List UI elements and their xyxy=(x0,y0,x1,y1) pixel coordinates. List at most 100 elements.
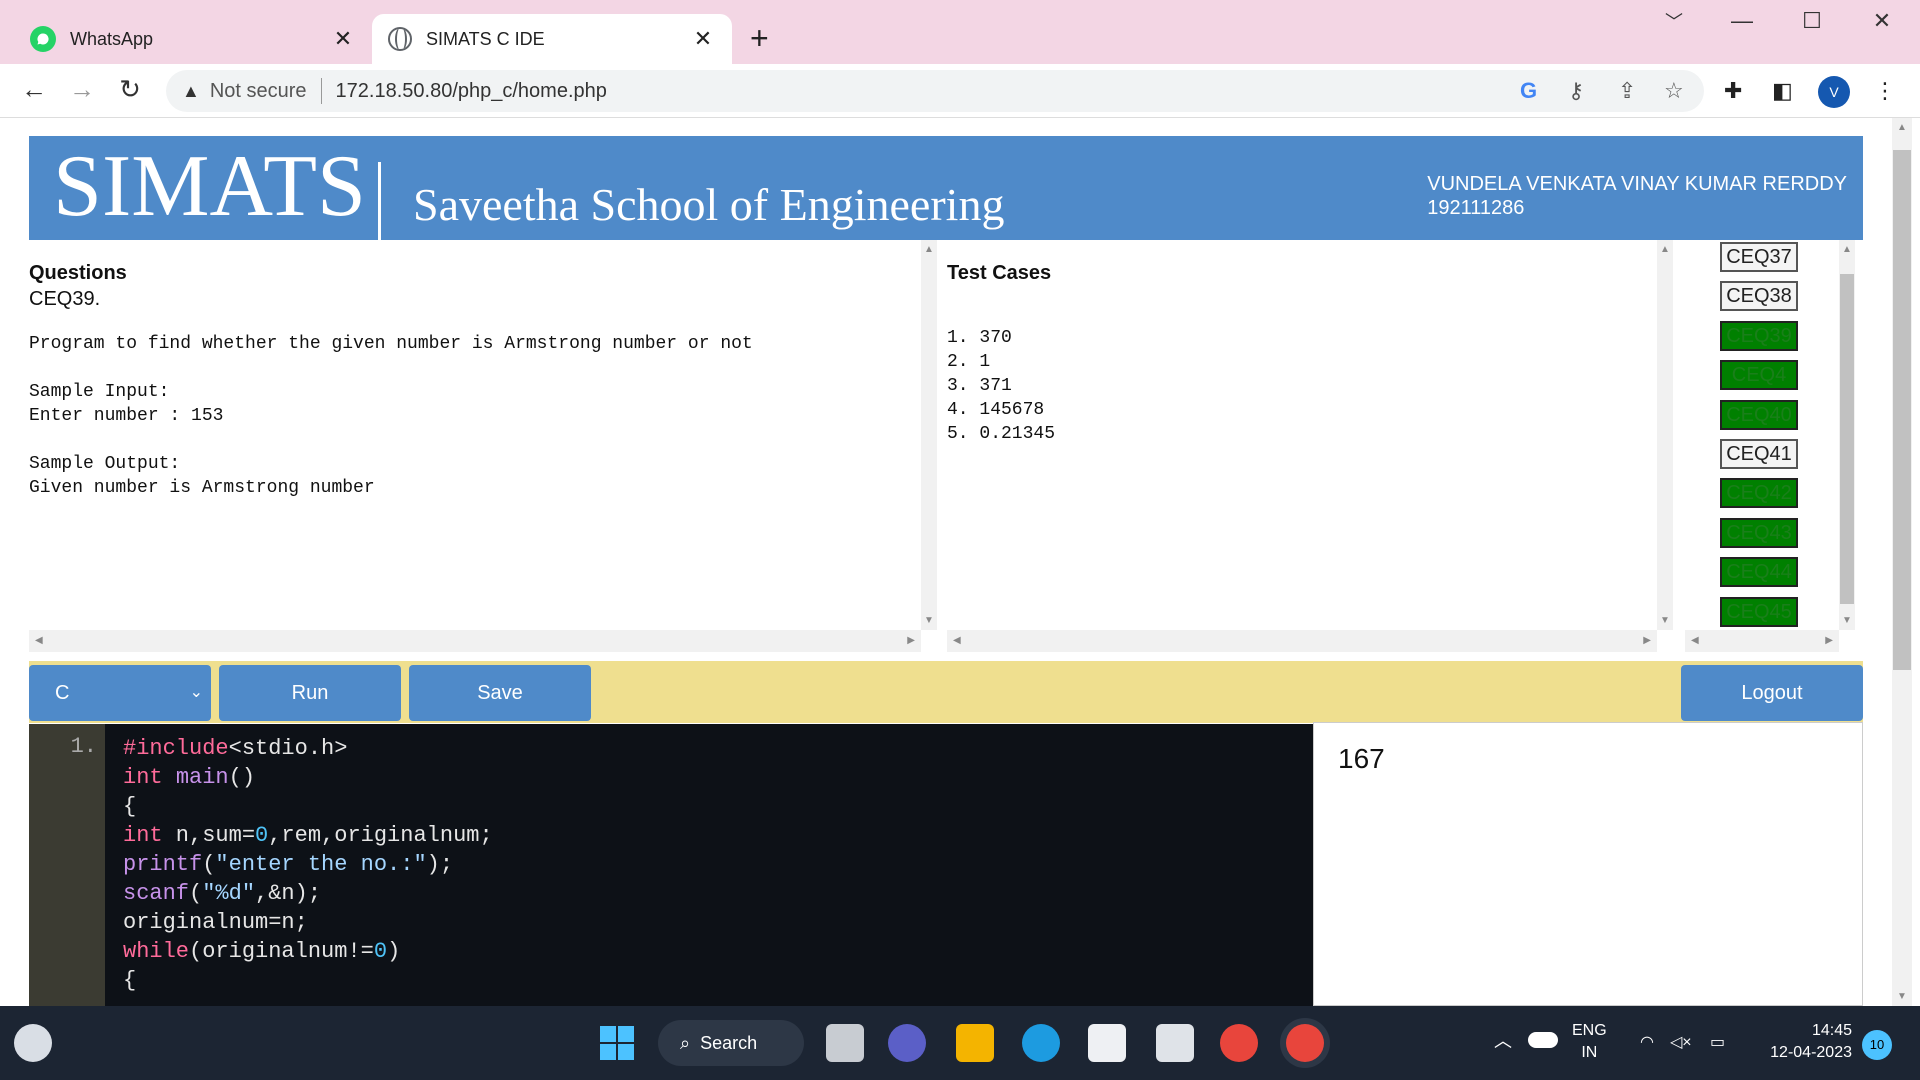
question-button[interactable]: CEQ37 xyxy=(1720,242,1798,272)
language-value: C xyxy=(55,682,70,704)
menu-kebab-icon[interactable]: ⋮ xyxy=(1874,78,1896,104)
logout-button[interactable]: Logout xyxy=(1681,665,1863,721)
question-text: Program to find whether the given number… xyxy=(29,334,753,498)
tab-search-chevron-icon[interactable]: ﹀ xyxy=(1654,8,1694,34)
search-icon: ⌕ xyxy=(680,1032,691,1053)
side-panel-icon[interactable]: ◧ xyxy=(1772,78,1793,104)
onedrive-cloud-icon[interactable] xyxy=(1528,1032,1558,1048)
back-button[interactable]: ← xyxy=(14,74,54,105)
whatsapp-icon xyxy=(30,26,56,52)
code-editor[interactable]: 1. #include<stdio.h> int main(){int n,sum… xyxy=(29,724,1313,1006)
reload-button[interactable]: ↻ xyxy=(110,74,150,105)
question-button[interactable]: CEQ43 xyxy=(1720,517,1798,548)
forward-button[interactable]: → xyxy=(62,74,102,105)
language-select[interactable]: C ⌄ xyxy=(29,665,211,721)
question-button[interactable]: CEQ38 xyxy=(1720,281,1798,312)
user-info: VUNDELA VENKATA VINAY KUMAR RERDDY 19211… xyxy=(1427,172,1847,220)
share-icon[interactable]: ⇪ xyxy=(1618,78,1636,104)
question-list-hscroll[interactable]: ◀ ▶ xyxy=(1685,630,1839,652)
control-bar: C ⌄ Run Save Logout xyxy=(29,661,1863,723)
maximize-button[interactable]: ☐ xyxy=(1792,8,1832,34)
testcases-vscroll[interactable]: ▲ ▼ xyxy=(1657,240,1673,630)
globe-icon xyxy=(388,27,412,51)
minimize-button[interactable]: — xyxy=(1722,8,1762,34)
save-button[interactable]: Save xyxy=(409,665,591,721)
chrome-icon[interactable] xyxy=(1220,1024,1258,1062)
windows-start-icon[interactable] xyxy=(598,1024,636,1062)
weather-icon[interactable] xyxy=(14,1024,52,1062)
microsoft-store-icon[interactable] xyxy=(1088,1024,1126,1062)
page-scroll-thumb[interactable] xyxy=(1893,150,1911,670)
file-explorer-icon[interactable] xyxy=(956,1024,994,1062)
testcases-panel: Test Cases 1. 370 2. 1 3. 371 4. 145678 … xyxy=(947,260,1647,630)
questions-heading: Questions xyxy=(29,262,127,284)
question-list-vscroll[interactable]: ▲ ▼ xyxy=(1839,240,1855,630)
taskbar-search[interactable]: ⌕ Search xyxy=(658,1020,804,1066)
browser-toolbar: ← → ↻ ▲ Not secure 172.18.50.80/php_c/ho… xyxy=(0,64,1920,118)
battery-icon[interactable]: ▭ xyxy=(1710,1032,1725,1054)
testcases-hscroll[interactable]: ◀ ▶ xyxy=(947,630,1657,652)
google-lens-icon[interactable]: G xyxy=(1520,78,1537,104)
tray-chevron-icon[interactable]: ︿ xyxy=(1494,1030,1512,1052)
chrome-profile-icon[interactable] xyxy=(1286,1024,1324,1062)
taskbar: ⌕ Search ︿ ENG IN ◠ ◁× ▭ 14:45 12-04-202… xyxy=(0,1006,1920,1080)
close-window-button[interactable]: ✕ xyxy=(1862,8,1902,34)
code-line[interactable]: { xyxy=(123,792,493,821)
line-number-gutter: 1. xyxy=(29,724,105,1006)
lang-line-1: ENG xyxy=(1572,1022,1607,1039)
code-line[interactable]: printf("enter the no.:"); xyxy=(123,850,493,879)
wifi-icon[interactable]: ◠ xyxy=(1640,1032,1654,1054)
notification-badge[interactable]: 10 xyxy=(1862,1030,1892,1060)
testcases-heading: Test Cases xyxy=(947,262,1052,284)
code-area[interactable]: #include<stdio.h> int main(){int n,sum=0,… xyxy=(123,734,493,995)
volume-muted-icon[interactable]: ◁× xyxy=(1670,1032,1692,1054)
code-line[interactable]: int main() xyxy=(123,763,493,792)
key-icon[interactable]: ⚷ xyxy=(1568,78,1584,104)
clock-date: 12-04-2023 xyxy=(1770,1044,1852,1061)
site-header: SIMATS Saveetha School of Engineering VU… xyxy=(29,136,1863,240)
not-secure-label: Not secure xyxy=(209,79,307,102)
code-line[interactable]: scanf("%d",&n); xyxy=(123,879,493,908)
question-button[interactable]: CEQ42 xyxy=(1720,478,1798,509)
scroll-thumb[interactable] xyxy=(1840,274,1854,604)
code-line[interactable]: #include<stdio.h> xyxy=(123,734,493,763)
tab-label: SIMATS C IDE xyxy=(426,28,545,49)
questions-hscroll[interactable]: ◀ ▶ xyxy=(29,630,921,652)
question-button[interactable]: CEQ4 xyxy=(1720,360,1798,391)
address-bar[interactable]: ▲ Not secure 172.18.50.80/php_c/home.php… xyxy=(166,70,1704,112)
tab-label: WhatsApp xyxy=(70,28,154,49)
code-line[interactable]: originalnum=n; xyxy=(123,908,493,937)
logo-divider xyxy=(378,162,381,240)
simats-logo: SIMATS xyxy=(53,138,366,235)
lang-line-2: IN xyxy=(1581,1044,1598,1061)
python-file-icon[interactable] xyxy=(1156,1024,1194,1062)
run-button[interactable]: Run xyxy=(219,665,401,721)
tab-simats-ide[interactable]: SIMATS C IDE ✕ xyxy=(372,14,732,64)
tab-whatsapp[interactable]: WhatsApp ✕ xyxy=(14,14,372,64)
questions-panel: Questions CEQ39. Program to find whether… xyxy=(29,260,919,630)
question-button[interactable]: CEQ39 xyxy=(1720,320,1798,351)
question-id: CEQ39. xyxy=(29,288,101,310)
teams-chat-icon[interactable] xyxy=(888,1024,926,1062)
divider xyxy=(320,78,322,104)
profile-avatar[interactable]: V xyxy=(1818,76,1850,108)
output-text: 167 xyxy=(1338,743,1385,774)
question-button[interactable]: CEQ44 xyxy=(1720,557,1798,588)
tab-strip: WhatsApp ✕ SIMATS C IDE ✕ + ﹀ — ☐ ✕ xyxy=(0,0,1920,64)
question-button[interactable]: CEQ40 xyxy=(1720,399,1798,430)
code-line[interactable]: while(originalnum!=0) xyxy=(123,937,493,966)
close-tab-icon[interactable]: ✕ xyxy=(690,26,716,52)
new-tab-button[interactable]: + xyxy=(750,22,769,54)
bookmark-star-icon[interactable]: ☆ xyxy=(1664,78,1684,104)
task-view-icon[interactable] xyxy=(826,1024,864,1062)
question-button[interactable]: CEQ45 xyxy=(1720,596,1798,627)
question-button[interactable]: CEQ41 xyxy=(1720,439,1798,469)
close-tab-icon[interactable]: ✕ xyxy=(330,26,356,52)
extensions-icon[interactable]: ✚ xyxy=(1724,78,1742,104)
code-line[interactable]: { xyxy=(123,966,493,995)
questions-vscroll[interactable]: ▲ ▼ xyxy=(921,240,937,630)
code-line[interactable]: int n,sum=0,rem,originalnum; xyxy=(123,821,493,850)
clock[interactable]: 14:45 12-04-2023 xyxy=(1752,1020,1852,1064)
edge-icon[interactable] xyxy=(1022,1024,1060,1062)
language-indicator[interactable]: ENG IN xyxy=(1572,1020,1607,1064)
